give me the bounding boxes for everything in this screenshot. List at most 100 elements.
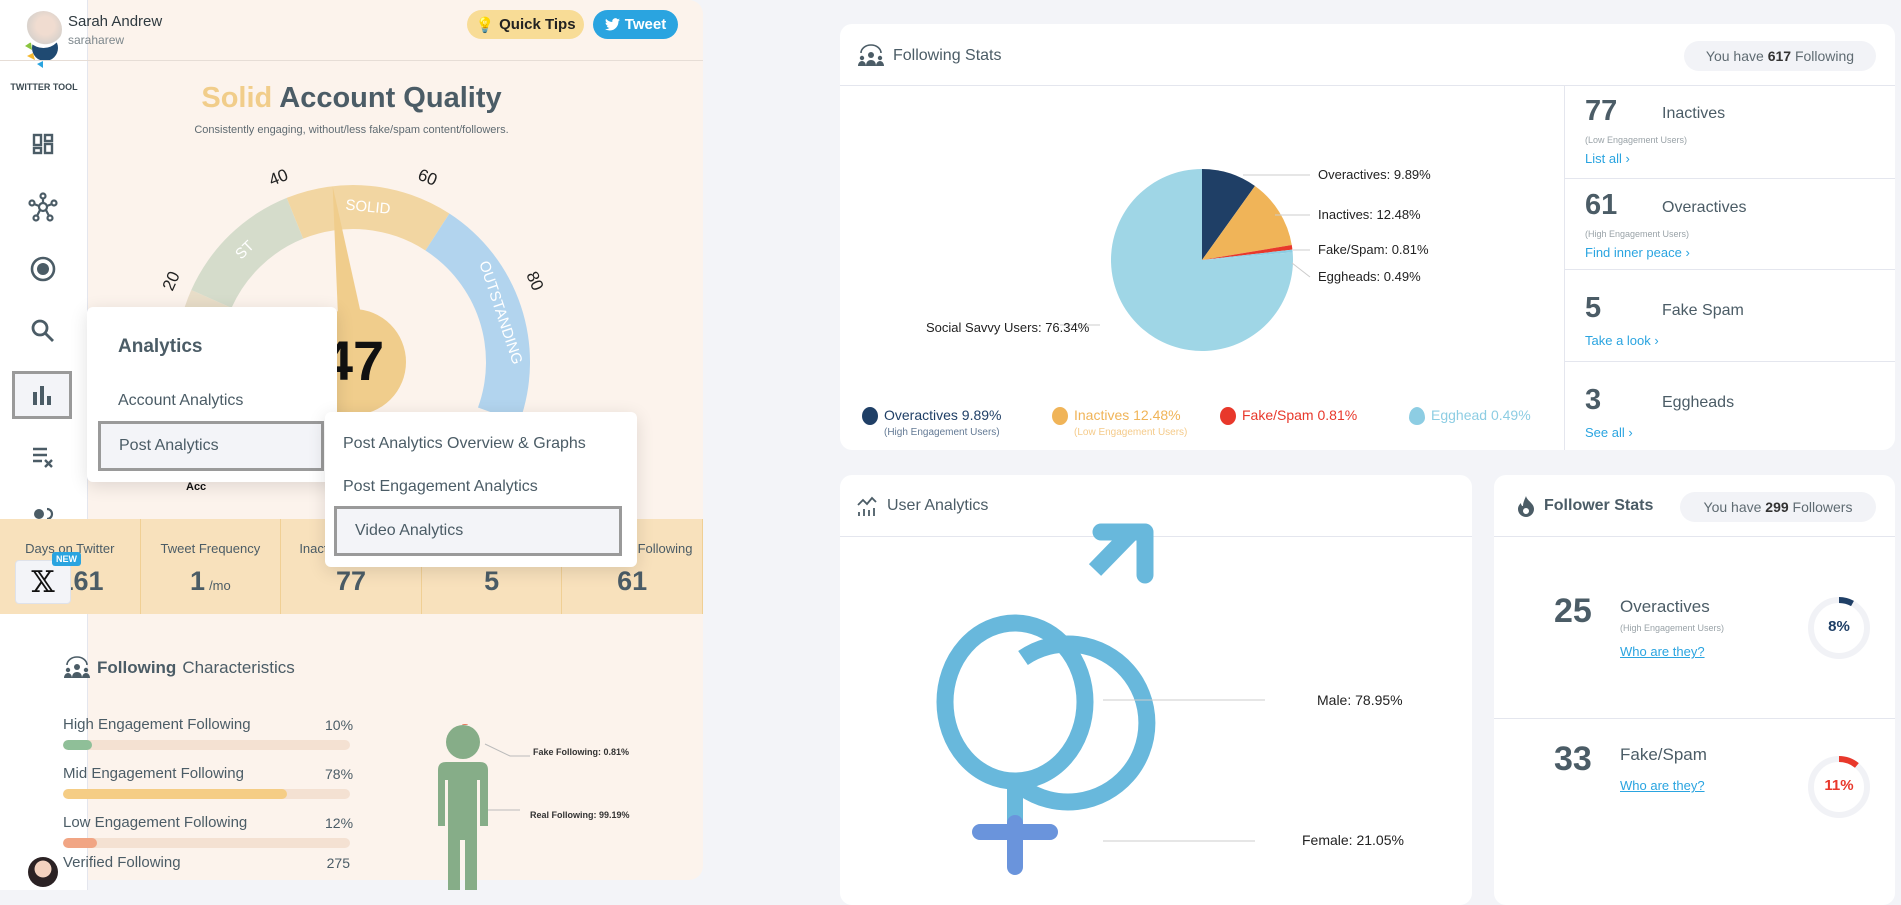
stat-label: Fake/Spam: [1620, 745, 1707, 764]
pie-leader-line: [1291, 262, 1311, 278]
progress-bar-fill: [63, 789, 287, 799]
following-stats-title: Following Stats: [893, 47, 1002, 64]
stat-value: 5: [422, 566, 562, 597]
gauge-tick-label: 20: [159, 269, 184, 294]
stat-number: 3: [1585, 384, 1602, 416]
percent-ring: 8%: [1807, 596, 1871, 660]
legend-sublabel: (Low Engagement Users): [1074, 427, 1188, 438]
fake-following-label: Fake Following: 0.81%: [533, 747, 630, 757]
bar-percent: 12%: [325, 815, 354, 831]
flyout-title: Analytics: [118, 336, 203, 357]
x-tool-button[interactable]: 𝕏: [15, 560, 71, 604]
stat-sublabel: (High Engagement Users): [1585, 229, 1690, 239]
following-stat-row: 5 Fake Spam Take a look ›: [1564, 269, 1895, 361]
sad-face-icon: [1052, 407, 1068, 425]
bar-percent: 10%: [325, 717, 354, 733]
gender-symbols-icon: [936, 523, 1265, 875]
progress-bar: [63, 838, 350, 848]
submenu-overview-graphs[interactable]: Post Analytics Overview & Graphs: [325, 424, 625, 464]
gauge-tick-label: 80: [522, 269, 547, 294]
legend-item: Egghead 0.49%: [1409, 407, 1531, 425]
follower-count-pill: You have 299 Followers: [1680, 492, 1876, 522]
user-analytics-card: User Analytics Male: 78.95% Female: 21.0…: [840, 475, 1472, 905]
stat-label: Overactives: [1662, 199, 1747, 216]
characteristics-title-bold: Following: [97, 658, 177, 677]
legend-label: Inactives 12.48%: [1074, 407, 1181, 423]
female-label: Female: 21.05%: [1302, 832, 1404, 848]
overactive-head-icon: [862, 407, 878, 425]
stat-number: 1: [190, 566, 206, 596]
stat-label: Overactives: [1620, 597, 1710, 616]
stat-number: 5: [1585, 292, 1602, 324]
male-label: Male: 78.95%: [1317, 692, 1403, 708]
angry-face-icon: [1220, 407, 1236, 425]
who-are-they-link[interactable]: Who are they?: [1620, 644, 1705, 659]
gauge-band: [425, 213, 530, 423]
characteristics-title-rest: Characteristics: [182, 658, 295, 677]
menu-account-analytics[interactable]: Account Analytics: [100, 381, 330, 421]
menu-post-analytics[interactable]: Post Analytics: [98, 421, 324, 471]
pie-label: Fake/Spam: 0.81%: [1318, 242, 1429, 257]
following-count-pill: You have 617 Following: [1684, 41, 1876, 71]
progress-bar: [63, 740, 350, 750]
legend-label: Fake/Spam 0.81%: [1242, 407, 1358, 423]
analytics-flyout: Analytics Account Analytics Post Analyti…: [87, 307, 337, 482]
pie-label: Eggheads: 0.49%: [1318, 269, 1421, 284]
following-count: 617: [1767, 48, 1792, 64]
gauge-tick-label: 60: [415, 165, 440, 190]
percent-ring: 11%: [1807, 755, 1871, 819]
following-stat-row: 77 Inactives (Low Engagement Users) List al…: [1564, 85, 1895, 178]
progress-bar-fill: [63, 838, 98, 848]
percent-ring-label: 11%: [1824, 777, 1854, 794]
submenu-engagement-analytics[interactable]: Post Engagement Analytics: [325, 467, 625, 507]
stat-sublabel: (High Engagement Users): [1620, 623, 1725, 633]
follower-stats-title: Follower Stats: [1544, 497, 1654, 514]
legend-item: Overactives 9.89% (High Engagement Users): [862, 407, 1002, 438]
following-stats-header: Following Stats: [857, 44, 1002, 68]
flame-icon: [1518, 496, 1534, 517]
verified-value: 275: [326, 855, 350, 871]
pill-prefix: You have: [1703, 499, 1762, 515]
egg-drop-icon: [1409, 407, 1425, 425]
pill-suffix: Followers: [1792, 499, 1853, 515]
following-stat-row: 61 Overactives (High Engagement Users) Find…: [1564, 178, 1895, 269]
follower-stats-card: Follower Stats You have 299 Followers 25…: [1494, 475, 1895, 905]
follower-count: 299: [1765, 499, 1789, 515]
gauge-band: [286, 185, 450, 251]
legend-sublabel: (High Engagement Users): [884, 427, 1000, 438]
stat-link[interactable]: See all ›: [1585, 425, 1633, 440]
characteristics-title: Following Characteristics: [63, 656, 295, 680]
legend-item: Inactives 12.48% (Low Engagement Users): [1052, 407, 1187, 438]
stat-label: Fake Spam: [1662, 302, 1744, 319]
follower-stats-header: Follower Stats: [1516, 495, 1653, 517]
legend-label: Overactives 9.89%: [884, 407, 1002, 423]
stat-number: 61: [1585, 189, 1618, 221]
stat-number: 25: [1554, 592, 1592, 630]
pie-label: Overactives: 9.89%: [1318, 167, 1431, 182]
stat-label: Tweet Frequency: [160, 541, 261, 556]
pie-label: Social Savvy Users: 76.34%: [926, 320, 1090, 335]
real-following-label: Real Following: 99.19%: [530, 810, 630, 820]
stat-number: 5: [484, 566, 500, 596]
bar-label: High Engagement Following: [63, 716, 251, 733]
stat-link[interactable]: Find inner peace ›: [1585, 245, 1690, 260]
stat-number: 77: [1585, 95, 1618, 127]
bar-percent: 78%: [325, 766, 354, 782]
group-icon: [858, 44, 884, 66]
stat-link[interactable]: List all ›: [1585, 151, 1630, 166]
progress-bar: [63, 789, 350, 799]
percent-ring-label: 8%: [1828, 618, 1850, 635]
gauge-caption: Acc: [186, 481, 207, 493]
legend-label: Egghead 0.49%: [1431, 407, 1531, 423]
who-are-they-link[interactable]: Who are they?: [1620, 778, 1705, 793]
stat-link[interactable]: Take a look ›: [1585, 333, 1659, 348]
new-badge: NEW: [52, 552, 81, 566]
bar-label: Low Engagement Following: [63, 814, 248, 831]
stat-label: Inactives: [1662, 105, 1726, 122]
stat-sublabel: (Low Engagement Users): [1585, 135, 1688, 145]
stat-value: 77: [281, 566, 421, 597]
user-avatar[interactable]: [28, 857, 58, 887]
submenu-video-analytics[interactable]: Video Analytics: [334, 506, 622, 556]
bar-label: Mid Engagement Following: [63, 765, 244, 782]
verified-label: Verified Following: [63, 854, 181, 871]
